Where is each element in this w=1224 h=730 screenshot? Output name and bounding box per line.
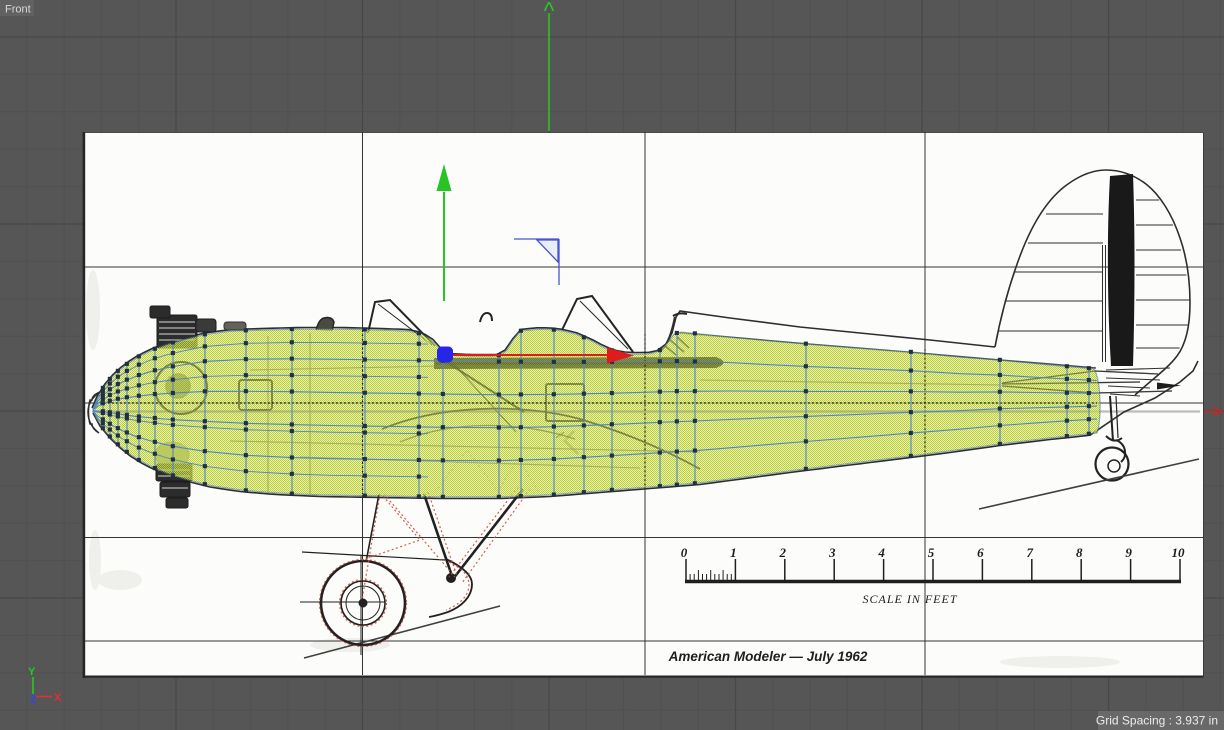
svg-text:American Modeler — July 1962: American Modeler — July 1962	[668, 649, 868, 664]
svg-text:X: X	[54, 692, 62, 704]
svg-text:5: 5	[928, 545, 935, 560]
svg-text:Grid Spacing : 3.937 in: Grid Spacing : 3.937 in	[1096, 714, 1218, 728]
svg-text:3: 3	[828, 545, 836, 560]
svg-text:7: 7	[1027, 545, 1034, 560]
svg-text:0: 0	[681, 545, 688, 560]
svg-text:1: 1	[730, 545, 737, 560]
svg-text:9: 9	[1125, 545, 1132, 560]
svg-text:SCALE IN FEET: SCALE IN FEET	[862, 592, 957, 606]
svg-text:Y: Y	[28, 666, 36, 678]
svg-text:10: 10	[1172, 545, 1186, 560]
svg-text:Z: Z	[30, 694, 37, 706]
svg-text:4: 4	[877, 545, 885, 560]
svg-text:2: 2	[779, 545, 787, 560]
svg-text:8: 8	[1076, 545, 1083, 560]
svg-text:Front: Front	[5, 4, 31, 16]
svg-text:6: 6	[977, 545, 984, 560]
